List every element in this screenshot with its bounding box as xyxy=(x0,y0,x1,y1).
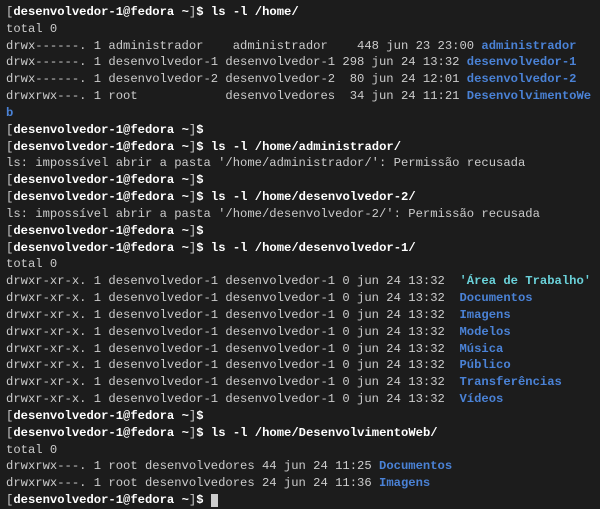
error-output: ls: impossível abrir a pasta '/home/admi… xyxy=(6,155,594,172)
dir-name: 'Área de Trabalho' xyxy=(459,274,591,288)
prompt-line[interactable]: [desenvolvedor-1@fedora ~]$ xyxy=(6,172,594,189)
prompt-line[interactable]: [desenvolvedor-1@fedora ~]$ ls -l /home/… xyxy=(6,425,594,442)
dir-name: Transferências xyxy=(459,375,561,389)
prompt-line[interactable]: [desenvolvedor-1@fedora ~]$ ls -l /home/ xyxy=(6,4,594,21)
ls-row: drwx------. 1 desenvolvedor-2 desenvolve… xyxy=(6,71,594,88)
ls-row: drwxr-xr-x. 1 desenvolvedor-1 desenvolve… xyxy=(6,324,594,341)
terminal-output: [desenvolvedor-1@fedora ~]$ ls -l /home/… xyxy=(6,4,594,509)
dir-name: administrador xyxy=(481,39,576,53)
command: ls -l /home/ xyxy=(211,5,299,19)
command: ls -l /home/administrador/ xyxy=(211,140,401,154)
ls-row-wrap: b xyxy=(6,105,594,122)
ls-row: drwxr-xr-x. 1 desenvolvedor-1 desenvolve… xyxy=(6,341,594,358)
prompt-line[interactable]: [desenvolvedor-1@fedora ~]$ ls -l /home/… xyxy=(6,139,594,156)
ls-row: drwxr-xr-x. 1 desenvolvedor-1 desenvolve… xyxy=(6,307,594,324)
dir-name: Imagens xyxy=(379,476,430,490)
output-total: total 0 xyxy=(6,442,594,459)
ls-row: drwxr-xr-x. 1 desenvolvedor-1 desenvolve… xyxy=(6,374,594,391)
dir-name: Documentos xyxy=(379,459,452,473)
dir-name: Modelos xyxy=(459,325,510,339)
ls-row: drwx------. 1 administrador administrado… xyxy=(6,38,594,55)
output-total: total 0 xyxy=(6,21,594,38)
ls-row: drwxr-xr-x. 1 desenvolvedor-1 desenvolve… xyxy=(6,357,594,374)
prompt-line[interactable]: [desenvolvedor-1@fedora ~]$ xyxy=(6,122,594,139)
output-total: total 0 xyxy=(6,256,594,273)
dir-name: desenvolvedor-1 xyxy=(467,55,577,69)
dir-name: desenvolvedor-2 xyxy=(467,72,577,86)
ls-row: drwxr-xr-x. 1 desenvolvedor-1 desenvolve… xyxy=(6,391,594,408)
prompt-line[interactable]: [desenvolvedor-1@fedora ~]$ ls -l /home/… xyxy=(6,240,594,257)
dir-name: Vídeos xyxy=(459,392,503,406)
dir-name: Música xyxy=(459,342,503,356)
ls-row: drwxr-xr-x. 1 desenvolvedor-1 desenvolve… xyxy=(6,290,594,307)
dir-name: Imagens xyxy=(459,308,510,322)
cursor-icon xyxy=(211,494,218,507)
prompt-line[interactable]: [desenvolvedor-1@fedora ~]$ xyxy=(6,408,594,425)
prompt-line[interactable]: [desenvolvedor-1@fedora ~]$ xyxy=(6,223,594,240)
command: ls -l /home/desenvolvedor-2/ xyxy=(211,190,416,204)
prompt-line-active[interactable]: [desenvolvedor-1@fedora ~]$ xyxy=(6,492,594,509)
prompt-line[interactable]: [desenvolvedor-1@fedora ~]$ ls -l /home/… xyxy=(6,189,594,206)
ls-row: drwx------. 1 desenvolvedor-1 desenvolve… xyxy=(6,54,594,71)
ls-row: drwxrwx---. 1 root desenvolvedores 44 ju… xyxy=(6,458,594,475)
command: ls -l /home/DesenvolvimentoWeb/ xyxy=(211,426,438,440)
dir-name: DesenvolvimentoWe xyxy=(467,89,591,103)
dir-name: Documentos xyxy=(459,291,532,305)
command: ls -l /home/desenvolvedor-1/ xyxy=(211,241,416,255)
dir-name: Público xyxy=(459,358,510,372)
ls-row: drwxr-xr-x. 1 desenvolvedor-1 desenvolve… xyxy=(6,273,594,290)
ls-row: drwxrwx---. 1 root desenvolvedores 24 ju… xyxy=(6,475,594,492)
error-output: ls: impossível abrir a pasta '/home/dese… xyxy=(6,206,594,223)
ls-row: drwxrwx---. 1 root desenvolvedores 34 ju… xyxy=(6,88,594,105)
